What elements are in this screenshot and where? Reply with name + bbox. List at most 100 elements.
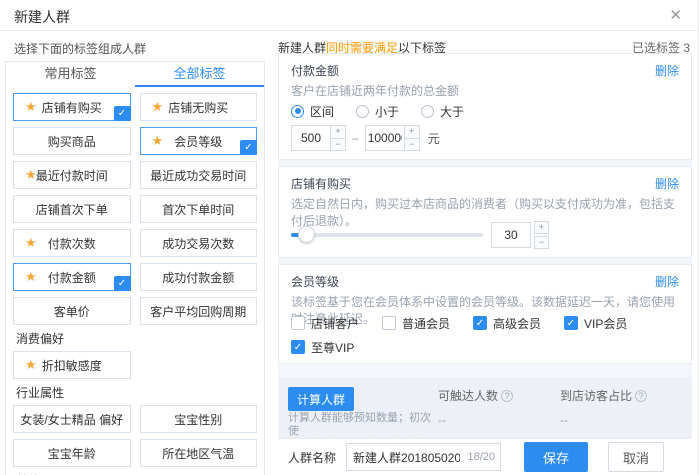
checkbox-off-icon bbox=[382, 316, 396, 330]
save-button[interactable]: 保存 bbox=[524, 442, 588, 472]
selected-tags-count: 已选标签 3 bbox=[632, 39, 692, 53]
right-header-text: 新建人群同时需要满足以下标签 bbox=[278, 39, 446, 53]
max-amount-input[interactable] bbox=[365, 125, 405, 151]
card-title: 店铺有购买 bbox=[291, 175, 351, 191]
tag-avg-order-value[interactable]: 客单价 bbox=[13, 297, 131, 325]
calc-stats-section: 计算人群 计算人群能够预知数量；初次使 用人群时，24小时后才有数据 可触达人数… bbox=[278, 377, 692, 438]
tag-purchased-items[interactable]: 购买商品 bbox=[13, 127, 131, 155]
tag-first-order-time[interactable]: 首次下单时间 bbox=[140, 195, 258, 223]
tag-grid-consume: ★折扣敏感度 bbox=[6, 345, 264, 379]
cancel-button[interactable]: 取消 bbox=[608, 442, 664, 472]
group-name-field: 18/20 bbox=[346, 443, 501, 471]
checkbox-regular-member[interactable]: 普通会员 bbox=[382, 315, 473, 331]
tag-baby-gender[interactable]: 宝宝性别 bbox=[140, 405, 258, 433]
left-subheader: 选择下面的标签组成人群 bbox=[0, 31, 272, 57]
check-icon: ✓ bbox=[114, 276, 131, 291]
card-title: 付款金额 bbox=[291, 62, 339, 78]
star-icon: ★ bbox=[25, 236, 37, 250]
checkbox-on-icon: ✓ bbox=[564, 316, 578, 330]
min-decrement-button[interactable]: − bbox=[331, 139, 346, 152]
checkbox-supreme-vip[interactable]: ✓至尊VIP bbox=[291, 339, 382, 355]
card-member-level: 会员等级 删除 该标签基于您在会员体系中设置的会员等级。该数据延迟一天，请您使用… bbox=[278, 264, 692, 364]
tab-all-tags[interactable]: 全部标签 bbox=[135, 62, 264, 87]
tag-member-level[interactable]: ★会员等级✓ bbox=[140, 127, 258, 155]
delete-member-level-link[interactable]: 删除 bbox=[655, 273, 679, 289]
card-desc: 该标签基于您在会员体系中设置的会员等级。该数据延迟一天，请您使用时注意此延迟。 bbox=[291, 293, 679, 307]
tag-womens-wear-preference[interactable]: 女装/女士精品 偏好 bbox=[13, 405, 131, 433]
section-other: 其他 bbox=[13, 467, 264, 475]
close-icon[interactable]: ✕ bbox=[669, 6, 682, 24]
days-increment-button[interactable]: + bbox=[534, 221, 549, 234]
max-decrement-button[interactable]: − bbox=[405, 139, 420, 152]
dialog-footer: 人群名称 18/20 保存 取消 bbox=[278, 438, 692, 475]
tag-store-no-purchase[interactable]: ★店铺无购买 bbox=[140, 93, 258, 121]
radio-on-icon bbox=[291, 105, 304, 118]
tag-success-trade-count[interactable]: 成功交易次数 bbox=[140, 229, 258, 257]
card-desc: 客户在店铺近两年付款的总金额 bbox=[291, 82, 679, 96]
min-increment-button[interactable]: + bbox=[331, 125, 346, 139]
range-dash: – bbox=[352, 131, 359, 145]
star-icon: ★ bbox=[152, 100, 164, 114]
calculate-group-button[interactable]: 计算人群 bbox=[288, 387, 354, 411]
section-industry-attrs: 行业属性 bbox=[13, 379, 264, 399]
checkbox-store-customer[interactable]: 店铺客户 bbox=[291, 315, 382, 331]
tag-grid-industry: 女装/女士精品 偏好 宝宝性别 宝宝年龄 所在地区气温 bbox=[6, 399, 264, 467]
tag-success-payment-amount[interactable]: 成功付款金额 bbox=[140, 263, 258, 291]
tag-store-has-purchase[interactable]: ★店铺有购买✓ bbox=[13, 93, 131, 121]
tag-library: 常用标签 全部标签 ★店铺有购买✓ ★店铺无购买 购买商品 ★会员等级✓ ★最近… bbox=[5, 61, 265, 475]
star-icon: ★ bbox=[25, 100, 37, 114]
days-decrement-button[interactable]: − bbox=[534, 236, 549, 249]
days-input[interactable] bbox=[491, 222, 531, 248]
reachable-count-value: -- bbox=[438, 413, 446, 427]
tag-store-first-order[interactable]: 店铺首次下单 bbox=[13, 195, 131, 223]
member-level-options-row2: ✓至尊VIP bbox=[291, 339, 679, 355]
tag-baby-age[interactable]: 宝宝年龄 bbox=[13, 439, 131, 467]
delete-store-purchase-link[interactable]: 删除 bbox=[655, 175, 679, 191]
check-icon: ✓ bbox=[240, 140, 257, 155]
char-counter: 18/20 bbox=[467, 451, 495, 463]
tag-selection-panel: 选择下面的标签组成人群 常用标签 全部标签 ★店铺有购买✓ ★店铺无购买 购买商… bbox=[0, 31, 272, 475]
checkbox-on-icon: ✓ bbox=[473, 316, 487, 330]
create-group-dialog: 新建人群 ✕ 选择下面的标签组成人群 常用标签 全部标签 ★店铺有购买✓ ★店铺… bbox=[0, 0, 699, 475]
group-name-label: 人群名称 bbox=[288, 449, 336, 466]
days-slider-track[interactable] bbox=[291, 233, 483, 237]
check-icon: ✓ bbox=[114, 106, 131, 121]
delete-payment-amount-link[interactable]: 删除 bbox=[655, 62, 679, 78]
tab-common-tags[interactable]: 常用标签 bbox=[6, 62, 135, 87]
checkbox-vip-member[interactable]: ✓VIP会员 bbox=[564, 315, 655, 331]
amount-range-inputs: +− – +− 元 bbox=[291, 125, 679, 151]
star-icon: ★ bbox=[152, 134, 164, 148]
radio-off-icon bbox=[356, 105, 369, 118]
tag-grid-main: ★店铺有购买✓ ★店铺无购买 购买商品 ★会员等级✓ ★最近付款时间 最近成功交… bbox=[6, 87, 264, 325]
days-slider-handle[interactable] bbox=[298, 226, 315, 243]
checkbox-on-icon: ✓ bbox=[291, 340, 305, 354]
tag-recent-success-trade-time[interactable]: 最近成功交易时间 bbox=[140, 161, 258, 189]
help-icon[interactable]: ? bbox=[501, 390, 513, 402]
member-level-options-row1: 店铺客户 普通会员 ✓高级会员 ✓VIP会员 bbox=[291, 315, 679, 331]
star-icon: ★ bbox=[25, 358, 37, 372]
radio-less-than[interactable]: 小于 bbox=[356, 103, 399, 120]
section-consume-preference: 消费偏好 bbox=[13, 325, 264, 345]
tag-discount-sensitivity[interactable]: ★折扣敏感度 bbox=[13, 351, 131, 379]
dialog-header: 新建人群 ✕ bbox=[0, 0, 698, 31]
page-title: 新建人群 bbox=[14, 7, 70, 27]
right-header: 新建人群同时需要满足以下标签 已选标签 3 bbox=[278, 31, 692, 53]
tag-region-temperature[interactable]: 所在地区气温 bbox=[140, 439, 258, 467]
tag-payment-amount[interactable]: ★付款金额✓ bbox=[13, 263, 131, 291]
tag-tabs: 常用标签 全部标签 bbox=[6, 62, 264, 87]
radio-between[interactable]: 区间 bbox=[291, 103, 334, 120]
visit-ratio-label: 到店访客占比? bbox=[560, 387, 647, 404]
tag-payment-count[interactable]: ★付款次数 bbox=[13, 229, 131, 257]
tag-avg-repurchase-cycle[interactable]: 客户平均回购周期 bbox=[140, 297, 258, 325]
checkbox-premium-member[interactable]: ✓高级会员 bbox=[473, 315, 564, 331]
help-icon[interactable]: ? bbox=[635, 390, 647, 402]
tag-recent-payment-time[interactable]: ★最近付款时间 bbox=[13, 161, 131, 189]
star-icon: ★ bbox=[25, 168, 37, 182]
max-increment-button[interactable]: + bbox=[405, 125, 420, 139]
min-amount-input[interactable] bbox=[291, 125, 331, 151]
checkbox-off-icon bbox=[291, 316, 305, 330]
radio-greater-than[interactable]: 大于 bbox=[421, 103, 464, 120]
reachable-count-label: 可触达人数? bbox=[438, 387, 513, 404]
selected-tags-list: 付款金额 删除 客户在店铺近两年付款的总金额 区间 小于 大于 +− – bbox=[278, 53, 692, 401]
visit-ratio-value: -- bbox=[560, 413, 568, 427]
